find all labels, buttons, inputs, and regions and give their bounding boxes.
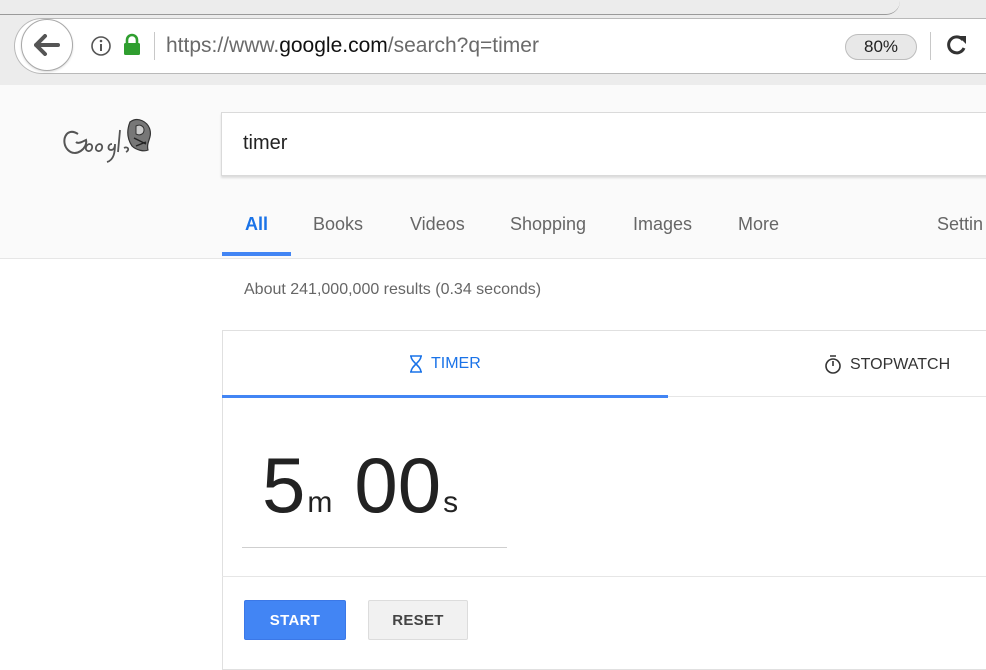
lock-icon[interactable] — [122, 33, 142, 57]
search-input[interactable] — [221, 112, 986, 176]
timer-minutes: 5 — [262, 441, 306, 529]
active-tab-indicator — [222, 252, 291, 256]
hourglass-icon — [410, 355, 422, 373]
timer-seconds: 00 — [354, 441, 442, 529]
tab-timer-label: TIMER — [431, 355, 481, 372]
tab-more[interactable]: More — [738, 214, 779, 235]
tab-videos[interactable]: Videos — [410, 214, 465, 235]
tab-stopwatch[interactable]: STOPWATCH — [824, 355, 950, 375]
tab-strip-edge — [0, 0, 900, 15]
address-separator — [154, 32, 155, 60]
tab-images[interactable]: Images — [633, 214, 692, 235]
result-stats: About 241,000,000 results (0.34 seconds) — [244, 281, 542, 298]
search-query-text[interactable]: timer — [243, 132, 287, 155]
card-actions-divider — [222, 576, 986, 577]
info-icon[interactable] — [90, 35, 112, 57]
toolbar-separator — [930, 32, 931, 60]
reset-button[interactable]: RESET — [368, 600, 468, 640]
stopwatch-icon — [825, 355, 841, 374]
tab-all[interactable]: All — [245, 214, 268, 235]
tab-books[interactable]: Books — [313, 214, 363, 235]
timer-seconds-unit: s — [443, 486, 459, 519]
tab-timer[interactable]: TIMER — [409, 355, 481, 373]
timer-tab-indicator — [222, 395, 668, 398]
back-button[interactable] — [21, 19, 73, 71]
reload-icon[interactable] — [946, 34, 968, 56]
start-button[interactable]: START — [244, 600, 346, 640]
tab-settings[interactable]: Settin — [937, 214, 983, 235]
back-arrow-icon — [34, 34, 60, 56]
url-text[interactable]: https://www.google.com/search?q=timer — [166, 34, 539, 58]
timer-input-underline — [242, 547, 507, 548]
google-doodle-logo[interactable] — [56, 108, 176, 172]
timer-display[interactable]: 5m 00s — [262, 440, 458, 530]
tab-shopping[interactable]: Shopping — [510, 214, 586, 235]
timer-minutes-unit: m — [307, 486, 333, 519]
zoom-level-badge[interactable]: 80% — [845, 34, 917, 60]
tab-stopwatch-label: STOPWATCH — [850, 356, 951, 373]
